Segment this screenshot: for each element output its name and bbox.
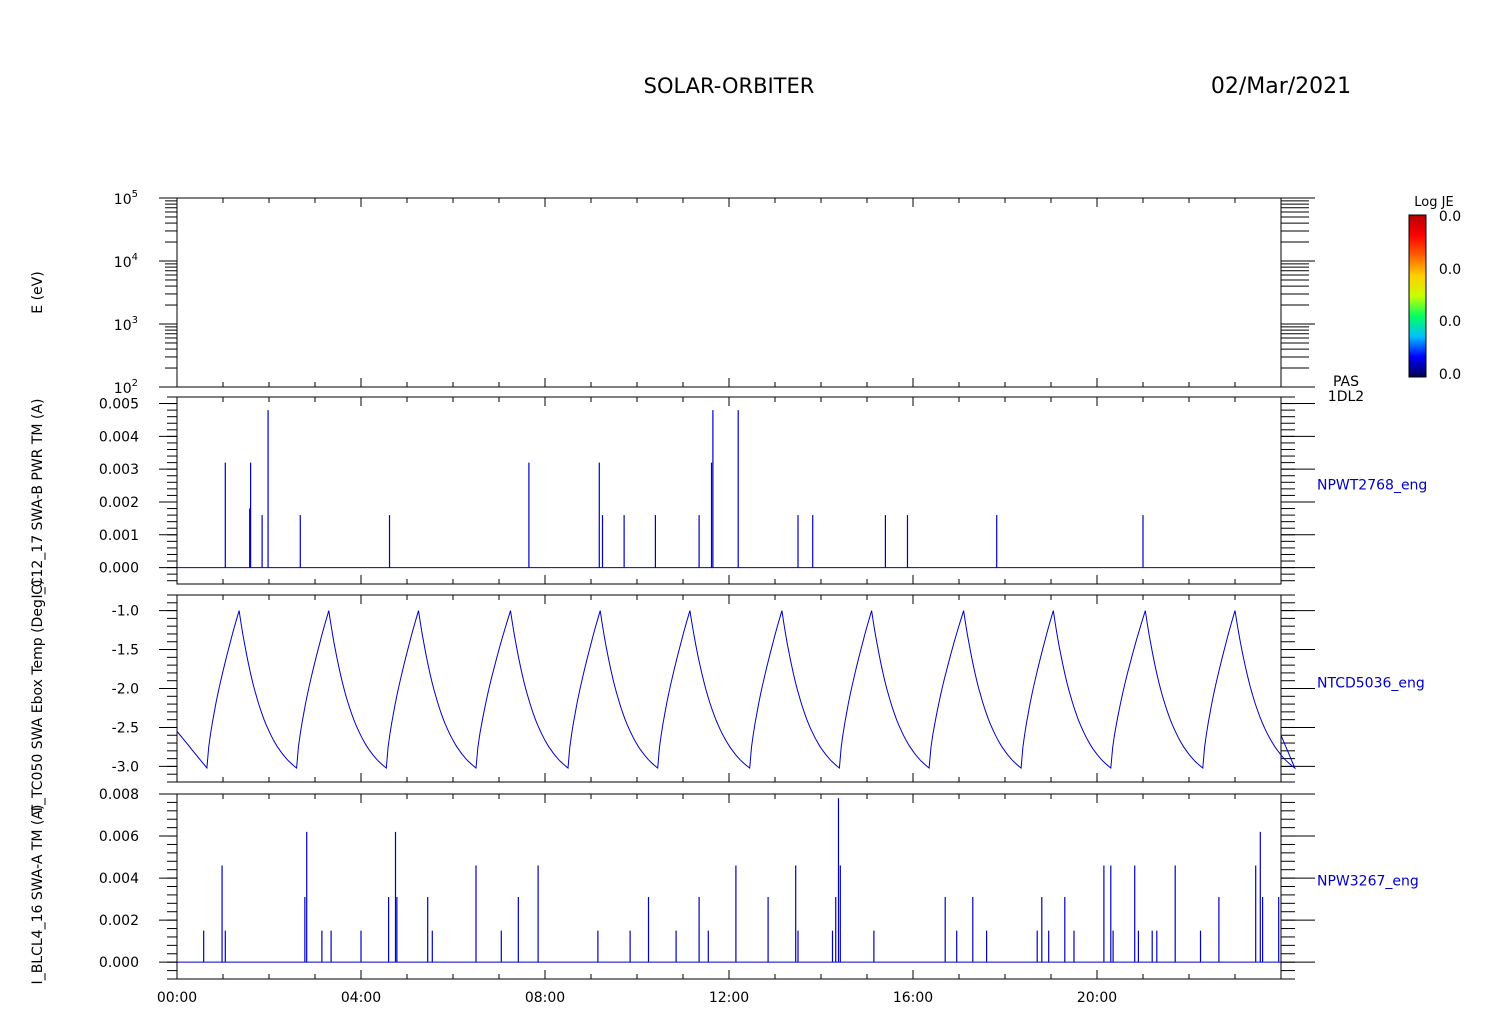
colorbar-title: Log JE (1414, 195, 1453, 210)
panel-3: -1.0 -1.5 -2.0 -2.5 -3.0 NTCD5036_eng T_TC050 … (30, 579, 1425, 814)
y-tick-label: 104 (114, 252, 138, 271)
panel-frame (176, 594, 1282, 783)
instrument-label: 1DL2 (1328, 389, 1364, 405)
colorbar-scale (1408, 214, 1427, 378)
panels: 105 104 103 102 E (eV) PAS1DL2 0.005 0.004 0.003… (30, 189, 1427, 984)
series-label: NPWT2768_eng (1317, 478, 1427, 494)
y-tick-label: -2.5 (112, 720, 139, 736)
y-tick-label: 0.006 (99, 829, 139, 845)
colorbar-tick-label: 0.0 (1439, 367, 1461, 383)
panel-4: 0.008 0.006 0.004 0.002 0.000 NPW3267_eng I_BL… (30, 787, 1419, 984)
y-tick-label: 0.002 (99, 495, 139, 511)
series-label: NPW3267_eng (1317, 874, 1419, 890)
y-tick-label: 103 (114, 315, 138, 334)
y-tick-label: 0.000 (99, 561, 139, 577)
panel-frame (176, 793, 1282, 980)
y-tick-label: 0.005 (99, 397, 139, 413)
left-axis-label: I_C12_17 SWA-B PWR TM (A) (30, 399, 46, 599)
x-tick-label: 20:00 (1077, 990, 1117, 1006)
panel-frame (176, 197, 1282, 388)
y-tick-label: -1.5 (112, 643, 139, 659)
y-tick-label: 105 (114, 189, 138, 208)
y-tick-label: 0.002 (99, 913, 139, 929)
y-tick-label: -3.0 (112, 759, 139, 775)
panel-2: 0.005 0.004 0.003 0.002 0.001 0.000 NPWT2768_e… (30, 396, 1427, 599)
y-tick-label: 0.000 (99, 955, 139, 971)
instrument-label: PAS (1333, 374, 1359, 390)
figure-date: 02/Mar/2021 (1211, 74, 1351, 99)
x-tick-label: 04:00 (341, 990, 381, 1006)
colorbar-tick-label: 0.0 (1439, 262, 1461, 278)
series-line (176, 610, 1296, 770)
y-tick-label: 0.004 (99, 429, 139, 445)
colorbar: Log JE 0.0 0.0 0.0 0.0 (1408, 195, 1461, 383)
y-tick-label: -1.0 (112, 604, 139, 620)
telemetry-figure: SOLAR-ORBITER 02/Mar/2021 Log JE 0.0 0.0… (30, 74, 1461, 1006)
y-tick-label: 102 (114, 378, 138, 397)
colorbar-tick-label: 0.0 (1439, 314, 1461, 330)
x-axis: 00:00 04:00 08:00 12:00 16:00 20:00 (157, 990, 1117, 1006)
y-tick-label: 0.004 (99, 871, 139, 887)
panel-frame (176, 396, 1282, 585)
colorbar-tick-label: 0.0 (1439, 209, 1461, 225)
figure-title: SOLAR-ORBITER (644, 74, 815, 98)
x-tick-label: 16:00 (893, 990, 933, 1006)
x-tick-label: 12:00 (709, 990, 749, 1006)
x-tick-label: 08:00 (525, 990, 565, 1006)
y-tick-label: 0.008 (99, 787, 139, 803)
y-tick-label: 0.001 (99, 528, 139, 544)
y-axis-label: E (eV) (30, 271, 46, 313)
series-label: NTCD5036_eng (1317, 676, 1425, 692)
x-tick-label: 00:00 (157, 990, 197, 1006)
left-axis-label: T_TC050 SWA Ebox Temp (Deg C) (30, 579, 46, 814)
left-axis-label: I_BLCL4_16 SWA-A TM (A) (30, 805, 46, 985)
panel-1: 105 104 103 102 E (eV) PAS1DL2 (30, 189, 1364, 405)
y-tick-label: 0.003 (99, 462, 139, 478)
y-tick-label: -2.0 (112, 682, 139, 698)
